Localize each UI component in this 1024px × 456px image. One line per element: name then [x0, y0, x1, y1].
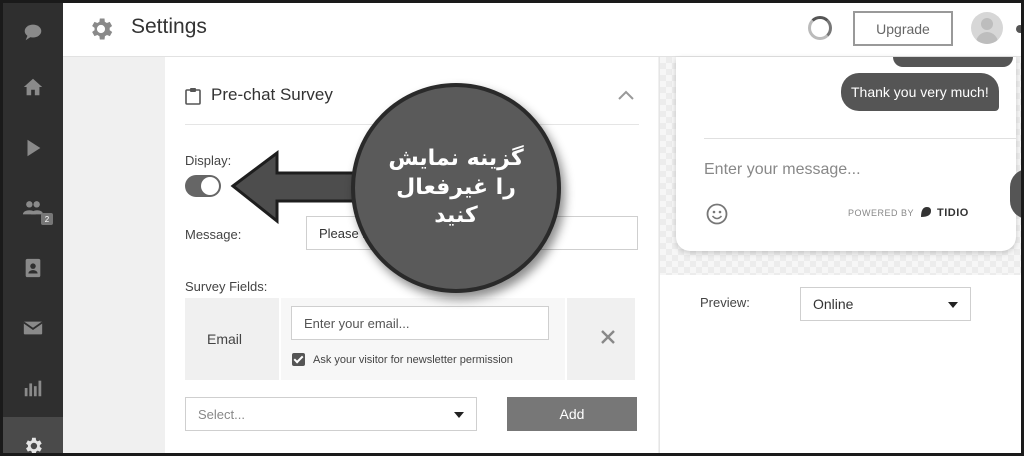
- brand-name: TIDIO: [937, 207, 969, 219]
- top-header: Settings Upgrade: [63, 3, 1021, 57]
- powered-by-text: POWERED BY: [848, 208, 915, 218]
- contacts-icon: [25, 258, 41, 278]
- play-icon: [27, 139, 41, 157]
- survey-fields-label: Survey Fields:: [185, 279, 268, 294]
- caret-down-icon: [454, 412, 464, 418]
- chat-bubble-icon: [24, 24, 42, 41]
- sidebar-item-chat[interactable]: [3, 3, 63, 61]
- loading-spinner-icon: [808, 16, 832, 40]
- gear-icon: [26, 437, 42, 453]
- display-label: Display:: [185, 153, 232, 168]
- add-field-button[interactable]: Add: [507, 397, 637, 431]
- sidebar-item-analytics[interactable]: [3, 359, 63, 417]
- preview-status-select[interactable]: Online: [800, 287, 971, 321]
- caret-down-icon: [948, 302, 958, 308]
- sidebar-item-visitors[interactable]: 2: [3, 179, 63, 237]
- app-window: 2 Settings Upgrade Pre-chat Survey Displ…: [0, 0, 1024, 456]
- field-config: Enter your email... Ask your visitor for…: [279, 298, 567, 380]
- preview-status-value: Online: [813, 296, 854, 312]
- sidebar-item-play[interactable]: [3, 119, 63, 177]
- field-name: Email: [207, 331, 243, 347]
- sidebar-item-home[interactable]: [3, 58, 63, 116]
- annotation-text: گزینه نمایش را غیرفعال کنید: [388, 146, 524, 229]
- sidebar-item-mail[interactable]: [3, 299, 63, 357]
- chat-message-input[interactable]: Enter your message...: [704, 161, 861, 179]
- chevron-up-icon[interactable]: [617, 89, 635, 101]
- emoji-icon[interactable]: [706, 203, 728, 225]
- sidebar-item-settings[interactable]: [3, 417, 63, 453]
- sidebar-item-contacts[interactable]: [3, 239, 63, 297]
- survey-field-row: Email Enter your email... Ask your visit…: [185, 298, 635, 380]
- avatar[interactable]: [971, 12, 1003, 44]
- chat-message-bubble: Thank you very much!: [841, 73, 999, 111]
- annotation-arrow-icon: [230, 150, 367, 225]
- message-label: Message:: [185, 227, 242, 242]
- tidio-logo-icon: [921, 207, 931, 217]
- page-title: Settings: [131, 15, 207, 38]
- previous-message-bubble: [893, 57, 1013, 67]
- chat-divider: [704, 138, 1016, 139]
- visitors-count-badge: 2: [41, 213, 53, 225]
- widget-preview: Thank you very much! Enter your message.…: [659, 57, 1021, 453]
- newsletter-checkbox[interactable]: [292, 353, 305, 366]
- select-placeholder: Select...: [198, 407, 245, 422]
- chat-widget: Thank you very much! Enter your message.…: [676, 57, 1016, 251]
- clipboard-icon: [185, 88, 201, 105]
- email-placeholder-input[interactable]: Enter your email...: [291, 306, 549, 340]
- newsletter-checkbox-label: Ask your visitor for newsletter permissi…: [313, 354, 513, 366]
- toggle-knob: [201, 177, 219, 195]
- panel-title: Pre-chat Survey: [211, 85, 333, 104]
- status-dot-icon: [1016, 25, 1021, 33]
- mail-icon: [23, 321, 43, 335]
- settings-gear-icon: [92, 18, 113, 40]
- sidebar: 2: [3, 3, 63, 453]
- analytics-icon: [24, 380, 42, 397]
- field-type-select[interactable]: Select...: [185, 397, 477, 431]
- preview-label: Preview:: [700, 295, 750, 310]
- remove-field-close-icon[interactable]: [597, 326, 619, 348]
- annotation-callout: گزینه نمایش را غیرفعال کنید: [351, 83, 561, 293]
- display-toggle[interactable]: [185, 175, 221, 197]
- home-icon: [23, 78, 43, 96]
- upgrade-button[interactable]: Upgrade: [853, 11, 953, 46]
